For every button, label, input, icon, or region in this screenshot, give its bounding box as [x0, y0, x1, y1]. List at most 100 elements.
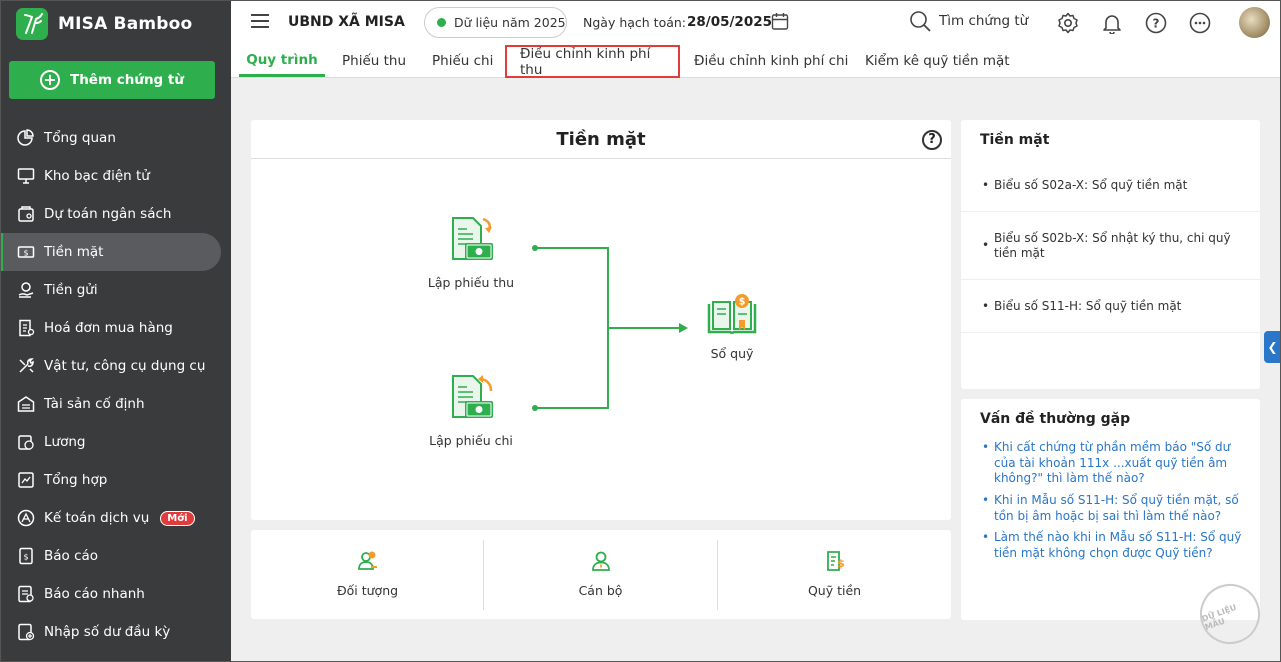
sidebar-item-hoa-don[interactable]: Hoá đơn mua hàng: [0, 309, 231, 347]
faq-link[interactable]: Làm thế nào khi in Mẫu số S11-H: Sổ quỹ …: [982, 530, 1248, 561]
help-icon[interactable]: ?: [1145, 12, 1167, 34]
more-icon[interactable]: [1189, 12, 1211, 34]
pie-chart-icon: [16, 129, 35, 148]
sidebar-item-label: Lương: [44, 434, 86, 450]
create-receipt-node[interactable]: Lập phiếu thu: [421, 215, 521, 290]
sidebar-item-bao-cao[interactable]: $ Báo cáo: [0, 537, 231, 575]
data-year-label: Dữ liệu năm 2025: [454, 15, 566, 30]
fund-label: Quỹ tiền: [807, 583, 862, 598]
add-document-label: Thêm chứng từ: [69, 72, 184, 88]
add-document-button[interactable]: + Thêm chứng từ: [9, 61, 215, 99]
sidebar-nav: Tổng quan Kho bạc điện tử Dự toán ngân s…: [0, 119, 231, 651]
svg-text:$: $: [837, 557, 845, 570]
reports-title: Tiền mặt: [980, 132, 1050, 148]
quick-link-staff[interactable]: Cán bộ: [484, 530, 717, 619]
status-dot-icon: [437, 18, 446, 27]
receipt-document-icon: [452, 217, 493, 260]
partner-icon: [357, 550, 379, 576]
sidebar-item-label: Tiền gửi: [44, 282, 98, 298]
svg-text:$: $: [739, 297, 746, 308]
top-bar: UBND XÃ MISA Dữ liệu năm 2025 Ngày hạch …: [231, 0, 1281, 45]
posting-date-value[interactable]: 28/05/2025: [687, 14, 772, 30]
svg-text:?: ?: [1153, 17, 1160, 31]
sidebar-item-label: Nhập số dư đầu kỳ: [44, 624, 171, 640]
sidebar-item-label: Hoá đơn mua hàng: [44, 320, 173, 336]
cash-icon: $: [16, 243, 35, 262]
chevron-left-icon: ❮: [1267, 340, 1278, 354]
tools-icon: [16, 357, 35, 376]
flow-connectors: [532, 245, 688, 411]
sidebar-item-label: Tài sản cố định: [44, 396, 145, 412]
deposit-icon: [16, 281, 35, 300]
sidebar-item-tong-quan[interactable]: Tổng quan: [0, 119, 231, 157]
salary-icon: [16, 433, 35, 452]
search-icon: [910, 11, 931, 32]
svg-text:$: $: [23, 553, 28, 562]
tab-dieu-chinh-kinh-phi-chi[interactable]: Điều chỉnh kinh phí chi: [694, 45, 848, 77]
sidebar-item-nhap-so-du[interactable]: Nhập số dư đầu kỳ: [0, 613, 231, 651]
faq-link[interactable]: Khi in Mẫu số S11-H: Sổ quỹ tiền mặt, số…: [982, 493, 1248, 524]
sidebar-item-du-toan[interactable]: Dự toán ngân sách: [0, 195, 231, 233]
brand[interactable]: MISA Bamboo: [16, 8, 192, 40]
sidebar-item-vat-tu[interactable]: Vật tư, công cụ dụng cụ: [0, 347, 231, 385]
sidebar-item-tien-mat[interactable]: $ Tiền mặt: [0, 233, 221, 271]
staff-label: Cán bộ: [578, 583, 623, 598]
opening-balance-icon: [16, 623, 35, 642]
quick-link-partner[interactable]: Đối tượng: [251, 530, 484, 619]
quick-links-card: Đối tượng Cán bộ $ Quỹ tiền: [251, 530, 951, 619]
report-link[interactable]: Biểu số S02b-X: Sổ nhật ký thu, chi quỹ …: [961, 212, 1260, 280]
sidebar-item-label: Dự toán ngân sách: [44, 206, 172, 222]
organization-name: UBND XÃ MISA: [288, 14, 405, 30]
sidebar-item-tong-hop[interactable]: Tổng hợp: [0, 461, 231, 499]
sidebar-item-label: Vật tư, công cụ dụng cụ: [44, 358, 206, 374]
process-flow-card: Tiền mặt ? Lập phiếu thu Lập phiếu chi $…: [251, 120, 951, 520]
create-payment-node[interactable]: Lập phiếu chi: [421, 373, 521, 448]
tab-quy-trinh[interactable]: Quy trình: [239, 45, 325, 77]
tab-phieu-thu[interactable]: Phiếu thu: [342, 45, 406, 77]
create-receipt-label: Lập phiếu thu: [427, 275, 515, 290]
calendar-icon[interactable]: [771, 12, 789, 35]
service-icon: [16, 509, 35, 528]
report-icon: $: [16, 547, 35, 566]
cash-ledger-label: Sổ quỹ: [710, 346, 754, 361]
sidebar-item-label: Kế toán dịch vụ: [44, 510, 150, 526]
data-year-selector[interactable]: Dữ liệu năm 2025: [424, 7, 567, 38]
cash-book-icon: $: [707, 294, 757, 334]
cash-ledger-node[interactable]: $ Sổ quỹ: [693, 292, 771, 361]
report-link[interactable]: Biểu số S11-H: Sổ quỹ tiền mặt: [961, 280, 1260, 333]
sidebar-item-kho-bac[interactable]: Kho bạc điện tử: [0, 157, 231, 195]
faq-title: Vấn đề thường gặp: [980, 411, 1131, 427]
partner-label: Đối tượng: [336, 583, 399, 598]
search-box[interactable]: Tìm chứng từ: [909, 10, 1028, 32]
flow-title: Tiền mặt: [251, 120, 951, 159]
tab-dieu-chinh-kinh-phi-thu[interactable]: Điều chỉnh kinh phí thu: [505, 45, 680, 78]
sidebar-item-tien-gui[interactable]: Tiền gửi: [0, 271, 231, 309]
faq-link[interactable]: Khi cất chứng từ phần mềm báo "Số dư của…: [982, 440, 1248, 487]
tab-phieu-chi[interactable]: Phiếu chi: [432, 45, 493, 77]
sidebar: MISA Bamboo + Thêm chứng từ Tổng quan Kh…: [0, 0, 231, 662]
sidebar-item-bao-cao-nhanh[interactable]: Báo cáo nhanh: [0, 575, 231, 613]
sidebar-item-label: Báo cáo nhanh: [44, 586, 145, 602]
report-link[interactable]: Biểu số S02a-X: Sổ quỹ tiền mặt: [961, 160, 1260, 212]
budget-icon: [16, 205, 35, 224]
search-label: Tìm chứng từ: [939, 13, 1029, 29]
quick-report-icon: [16, 585, 35, 604]
bell-icon[interactable]: [1101, 12, 1123, 35]
sidebar-item-label: Tiền mặt: [44, 244, 104, 260]
sidebar-item-ke-toan-dich-vu[interactable]: Kế toán dịch vụ Mới: [0, 499, 231, 537]
bamboo-logo-icon: [16, 8, 48, 40]
sidebar-item-luong[interactable]: Lương: [0, 423, 231, 461]
building-icon: [16, 395, 35, 414]
quick-link-fund[interactable]: $ Quỹ tiền: [718, 530, 951, 619]
avatar[interactable]: [1239, 7, 1270, 38]
flow-help-icon[interactable]: ?: [922, 130, 942, 150]
fund-icon: $: [824, 550, 846, 576]
collapse-panel-button[interactable]: ❮: [1264, 331, 1281, 363]
brand-name: MISA Bamboo: [58, 14, 193, 34]
gear-icon[interactable]: [1057, 12, 1079, 34]
svg-text:$: $: [23, 249, 28, 258]
sidebar-item-tai-san[interactable]: Tài sản cố định: [0, 385, 231, 423]
new-badge: Mới: [160, 510, 195, 526]
tab-kiem-ke-quy[interactable]: Kiểm kê quỹ tiền mặt: [865, 45, 1010, 77]
menu-icon[interactable]: [251, 14, 269, 30]
